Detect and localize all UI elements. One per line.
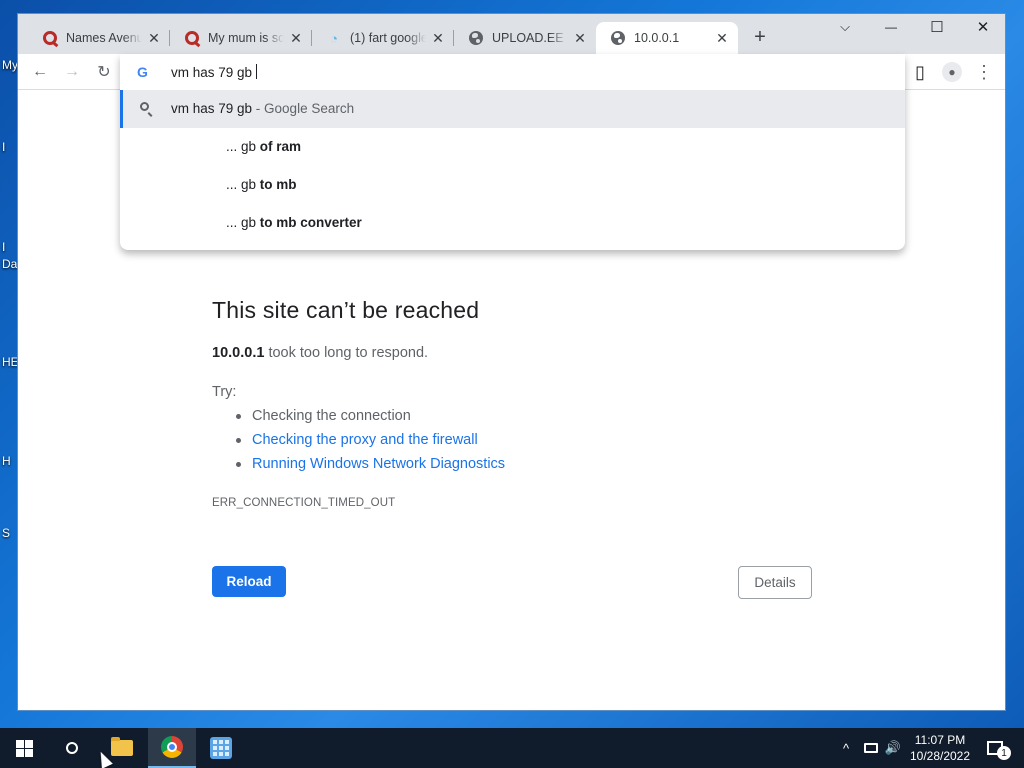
tray-chevron-icon[interactable]: ^ [836,728,856,768]
close-icon[interactable]: ✕ [714,30,730,46]
error-host: 10.0.0.1 [212,345,265,361]
clock-date: 10/28/2022 [909,749,971,763]
tab-search-chevron-icon[interactable]: ⌵ [822,14,868,40]
suggestion-prefix: ... gb [226,215,260,230]
quora-icon [42,30,58,46]
suggestion-text: vm has 79 gb [171,101,253,116]
profile-avatar[interactable]: ● [940,60,964,84]
browser-window: Names Avenue ✕ My mum is so ✕ ◔ (1) fart… [17,13,1006,711]
notification-center-button[interactable]: 1 [980,728,1011,768]
sandbox-icon [210,737,232,759]
error-description: 10.0.0.1 took too long to respond. [212,345,428,361]
suggestion-network-diagnostics-link[interactable]: Running Windows Network Diagnostics [232,455,505,479]
start-button[interactable] [0,728,48,768]
suggestion-check-connection: Checking the connection [232,407,505,431]
suggestion-completion: of ram [259,139,302,154]
clock[interactable]: 11:07 PM 10/28/2022 [902,732,978,764]
tab-title: UPLOAD.EE - Z [492,31,568,45]
tab-title: Names Avenue [66,31,142,45]
desktop-icon-label[interactable]: My [2,58,18,72]
tab-upload-ee[interactable]: UPLOAD.EE - Z ✕ [454,22,596,54]
try-label: Try: [212,384,237,400]
omnibox-input[interactable]: G vm has 79 gb [120,54,905,90]
omnibox-text[interactable]: vm has 79 gb [171,64,258,80]
maximize-button[interactable]: ☐ [914,14,960,40]
close-icon[interactable]: ✕ [146,30,162,46]
volume-icon[interactable]: 🔊 [882,728,904,768]
desktop-icon-label[interactable]: S [2,526,10,540]
tab-title: 10.0.0.1 [634,31,680,45]
reload-button[interactable]: Reload [212,566,286,597]
suggestion-completion: to mb [259,177,297,192]
new-tab-button[interactable]: + [748,26,772,50]
chat-bubble-icon: ◔ [330,30,338,46]
chrome-taskbar-button[interactable] [148,728,196,768]
clock-time: 11:07 PM [914,733,966,747]
desktop-icon-label[interactable]: I [2,140,5,154]
quora-icon [184,30,200,46]
suggestion-item[interactable]: ... gb to mb [120,166,905,204]
notification-badge: 1 [997,746,1011,760]
suggestion-item[interactable]: ... gb to mb converter [120,204,905,242]
omnibox-dropdown: G vm has 79 gb vm has 79 gb - Google Sea… [120,54,905,250]
suggestions-list: Checking the connection Checking the pro… [232,407,505,479]
suggestion-item[interactable]: vm has 79 gb - Google Search [120,90,905,128]
google-icon: G [137,64,148,80]
side-panel-icon[interactable]: ▯ [908,60,932,84]
suggestion-prefix: ... gb [226,177,260,192]
tab-fart-google[interactable]: ◔ (1) fart google ✕ [312,22,454,54]
desktop-icon-label[interactable]: Da [2,257,17,271]
taskbar: ^ 🔊 11:07 PM 10/28/2022 1 [0,728,1024,768]
error-description-rest: took too long to respond. [264,345,429,361]
suggestion-item[interactable]: ... gb of ram [120,128,905,166]
forward-button[interactable]: → [60,60,84,84]
close-window-button[interactable]: ✕ [960,14,1005,40]
tab-strip: Names Avenue ✕ My mum is so ✕ ◔ (1) fart… [18,14,1005,54]
search-button[interactable] [48,728,96,768]
folder-icon [111,737,133,756]
globe-icon [468,30,484,46]
chrome-icon [161,736,183,758]
error-title: This site can’t be reached [212,297,480,323]
close-icon[interactable]: ✕ [430,30,446,46]
desktop-icon-label[interactable]: H [2,454,11,468]
person-icon: ● [942,62,962,82]
desktop-icon-label[interactable]: I [2,240,5,254]
search-icon [66,742,78,754]
network-icon[interactable] [860,728,882,768]
windows-logo-icon [15,739,33,757]
menu-button[interactable]: ⋮ [972,60,996,84]
sandbox-taskbar-button[interactable] [197,728,245,768]
tab-title: (1) fart google [350,31,426,45]
tab-names-avenue[interactable]: Names Avenue ✕ [28,22,170,54]
back-button[interactable]: ← [28,60,52,84]
globe-icon [610,30,626,46]
suggestion-completion: to mb converter [259,215,362,230]
suggestion-prefix: ... gb [226,139,260,154]
close-icon[interactable]: ✕ [572,30,588,46]
tab-10-0-0-1[interactable]: 10.0.0.1 ✕ [596,22,738,54]
search-icon [140,102,149,111]
suggestion-proxy-firewall-link[interactable]: Checking the proxy and the firewall [232,431,505,455]
minimize-button[interactable]: — [868,14,914,40]
details-button[interactable]: Details [738,566,812,599]
error-code: ERR_CONNECTION_TIMED_OUT [212,497,396,509]
close-icon[interactable]: ✕ [288,30,304,46]
tab-title: My mum is so [208,31,284,45]
suggestion-subtext: - Google Search [252,101,355,116]
reload-button[interactable]: ↻ [92,60,116,84]
tab-my-mum[interactable]: My mum is so ✕ [170,22,312,54]
